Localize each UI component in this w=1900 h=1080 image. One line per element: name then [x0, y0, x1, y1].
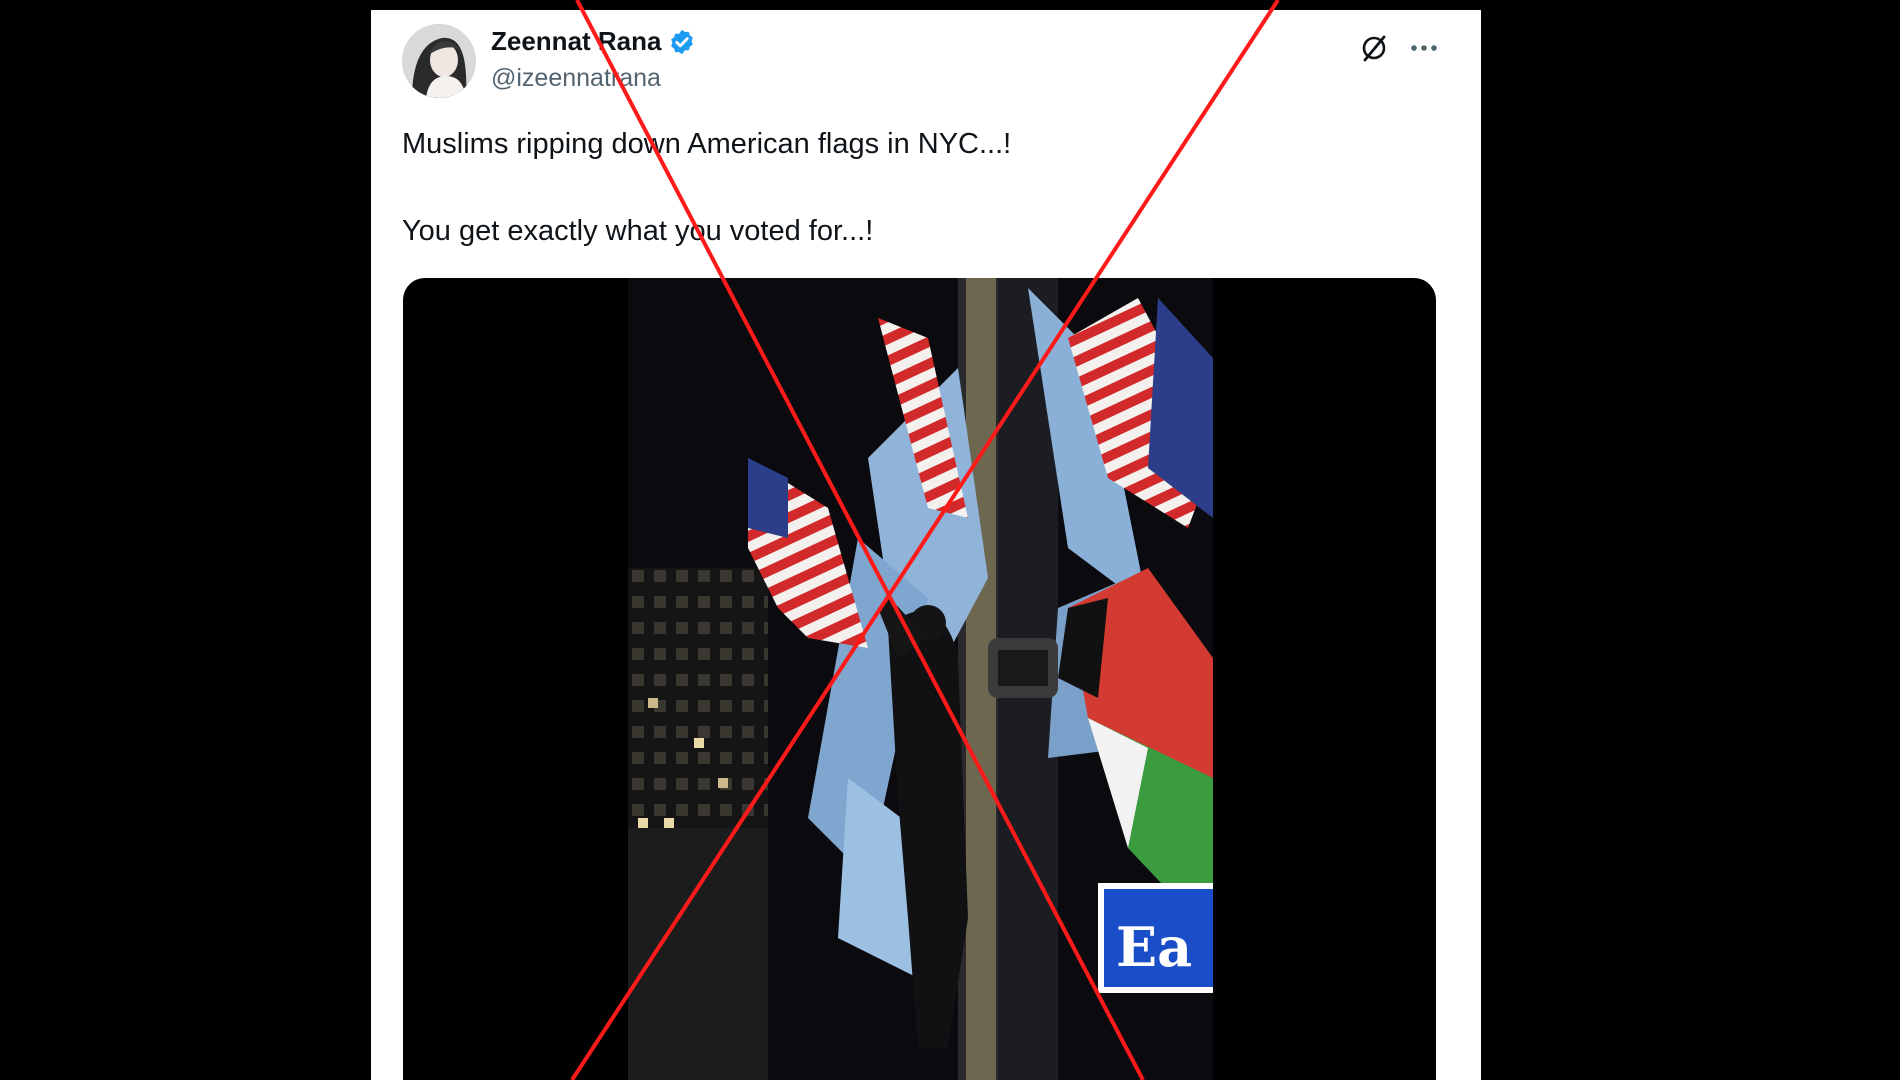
grok-icon	[1362, 35, 1386, 62]
more-options-button[interactable]	[1404, 28, 1444, 68]
street-sign-text: Ea	[1116, 915, 1192, 979]
avatar-photo	[402, 24, 476, 98]
author-handle[interactable]: @izeennatrana	[491, 64, 661, 93]
tweet-text-line-2: You get exactly what you voted for...!	[402, 215, 874, 247]
author-display-name[interactable]: Zeennat Rana	[491, 26, 662, 57]
tweet-video[interactable]: Ea	[403, 278, 1436, 1080]
tweet-text-line-1: Muslims ripping down American flags in N…	[402, 128, 1012, 160]
video-frame: Ea	[628, 278, 1213, 1080]
verified-badge-icon	[670, 29, 693, 54]
screenshot-stage: Zeennat Rana @izeennatrana Muslims rippi…	[0, 0, 1900, 1080]
more-options-icon	[1411, 45, 1437, 51]
author-avatar[interactable]	[402, 24, 476, 98]
grok-button[interactable]	[1354, 28, 1394, 68]
tweet-card: Zeennat Rana @izeennatrana Muslims rippi…	[371, 10, 1481, 1080]
